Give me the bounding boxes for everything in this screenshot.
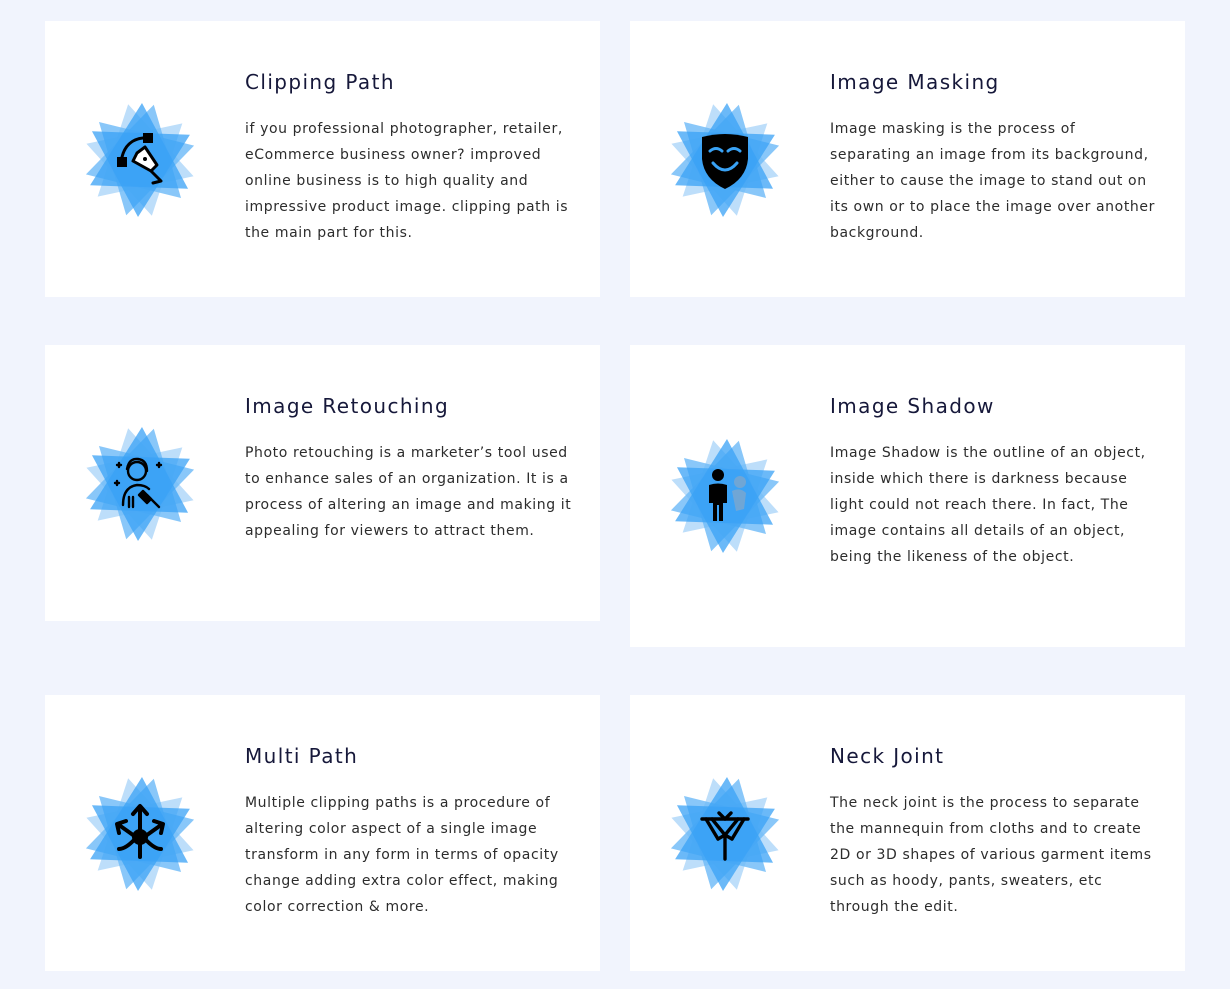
service-title: Image Masking [830, 70, 1000, 94]
service-badge [666, 101, 784, 219]
service-card-neck-joint: Neck Joint The neck joint is the process… [630, 695, 1185, 971]
service-badge [81, 425, 199, 543]
service-description: Image Shadow is the outline of an object… [830, 445, 1146, 565]
service-title: Clipping Path [245, 70, 395, 94]
service-card-multi-path: Multi Path Multiple clipping paths is a … [45, 695, 600, 971]
service-badge [666, 437, 784, 555]
service-card-image-shadow: Image Shadow Image Shadow is the outline… [630, 345, 1185, 647]
service-badge [666, 775, 784, 893]
service-title: Multi Path [245, 744, 359, 768]
service-card-image-masking: Image Masking Image masking is the proce… [630, 21, 1185, 297]
service-title: Neck Joint [830, 744, 945, 768]
service-card-image-retouching: Image Retouching Photo retouching is a m… [45, 345, 600, 621]
service-title: Image Shadow [830, 394, 995, 418]
service-title: Image Retouching [245, 394, 450, 418]
service-description: Image masking is the process of separati… [830, 121, 1155, 241]
service-badge [81, 101, 199, 219]
service-description: The neck joint is the process to separat… [830, 795, 1152, 915]
service-description: if you professional photographer, retail… [245, 121, 569, 241]
service-description: Multiple clipping paths is a procedure o… [245, 795, 559, 915]
service-badge [81, 775, 199, 893]
service-description: Photo retouching is a marketer’s tool us… [245, 445, 572, 539]
service-card-clipping-path: Clipping Path if you professional photog… [45, 21, 600, 297]
